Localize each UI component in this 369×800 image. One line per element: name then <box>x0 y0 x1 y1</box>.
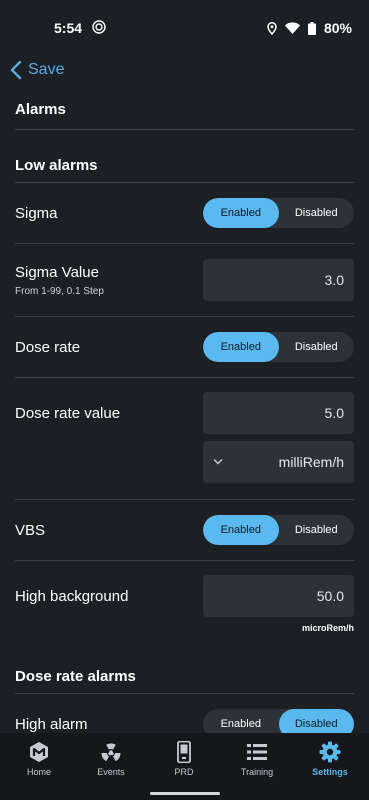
home-logo-icon <box>30 742 48 762</box>
divider <box>15 316 354 317</box>
tab-training-label: Training <box>240 767 274 777</box>
tab-home-label: Home <box>26 767 51 777</box>
page-title: Alarms <box>15 101 66 118</box>
gear-icon <box>319 741 341 763</box>
tab-events[interactable]: Events <box>76 741 146 777</box>
save-back-button[interactable]: Save <box>10 56 64 84</box>
chevron-down-icon <box>213 459 223 465</box>
dose-rate-unit-value: milliRem/h <box>278 454 344 470</box>
dose-rate-enabled-option[interactable]: Enabled <box>203 332 279 362</box>
sigma-value-input[interactable]: 3.0 <box>203 259 354 301</box>
status-time: 5:54 <box>54 20 83 36</box>
tab-settings[interactable]: Settings <box>295 741 365 777</box>
divider <box>15 560 354 561</box>
dose-rate-label: Dose rate <box>15 339 81 356</box>
high-background-unit: microRem/h <box>301 623 354 633</box>
divider <box>15 499 354 500</box>
dose-rate-unit-select[interactable]: milliRem/h <box>203 441 354 483</box>
status-bar: 5:54 80% <box>0 0 369 56</box>
vbs-label: VBS <box>15 522 46 539</box>
dose-rate-value-label: Dose rate value <box>15 405 121 422</box>
tab-home[interactable]: Home <box>4 741 74 777</box>
sigma-value-label: Sigma Value <box>15 264 99 281</box>
dose-rate-disabled-option[interactable]: Disabled <box>279 332 355 362</box>
battery-icon <box>307 21 316 35</box>
tab-training[interactable]: Training <box>222 741 292 777</box>
tab-prd-label: PRD <box>174 767 194 777</box>
app-notification-icon <box>92 20 106 34</box>
dose-rate-value-input[interactable]: 5.0 <box>203 392 354 434</box>
divider <box>15 693 354 694</box>
nav-header: Save <box>0 56 369 86</box>
section-title-dose-rate-alarms: Dose rate alarms <box>15 668 136 685</box>
vbs-toggle[interactable]: Enabled Disabled <box>203 515 354 545</box>
divider <box>15 377 354 378</box>
vbs-enabled-option[interactable]: Enabled <box>203 515 279 545</box>
back-label: Save <box>28 61 65 78</box>
dose-rate-toggle[interactable]: Enabled Disabled <box>203 332 354 362</box>
sigma-label: Sigma <box>15 205 58 222</box>
vbs-disabled-option[interactable]: Disabled <box>279 515 355 545</box>
high-alarm-label: High alarm <box>15 716 88 733</box>
divider <box>15 182 354 183</box>
bottom-tab-bar: Home Events PRD Training Settings <box>0 733 369 800</box>
home-indicator[interactable] <box>150 792 220 795</box>
divider <box>15 243 354 244</box>
high-background-label: High background <box>15 588 129 605</box>
sigma-value-hint: From 1-99, 0.1 Step <box>15 286 104 297</box>
tab-prd[interactable]: PRD <box>149 741 219 777</box>
device-icon <box>177 741 191 763</box>
location-icon <box>267 21 277 35</box>
sigma-disabled-option[interactable]: Disabled <box>279 198 355 228</box>
wifi-icon <box>284 22 300 34</box>
tab-settings-label: Settings <box>312 767 348 777</box>
battery-percent: 80% <box>323 20 352 36</box>
tab-events-label: Events <box>97 767 125 777</box>
sigma-toggle[interactable]: Enabled Disabled <box>203 198 354 228</box>
high-background-input[interactable]: 50.0 <box>203 575 354 617</box>
divider <box>15 129 354 130</box>
chevron-left-icon <box>10 60 22 80</box>
list-icon <box>247 744 267 760</box>
section-title-low-alarms: Low alarms <box>15 157 98 174</box>
sigma-enabled-option[interactable]: Enabled <box>203 198 279 228</box>
radiation-icon <box>101 743 121 762</box>
